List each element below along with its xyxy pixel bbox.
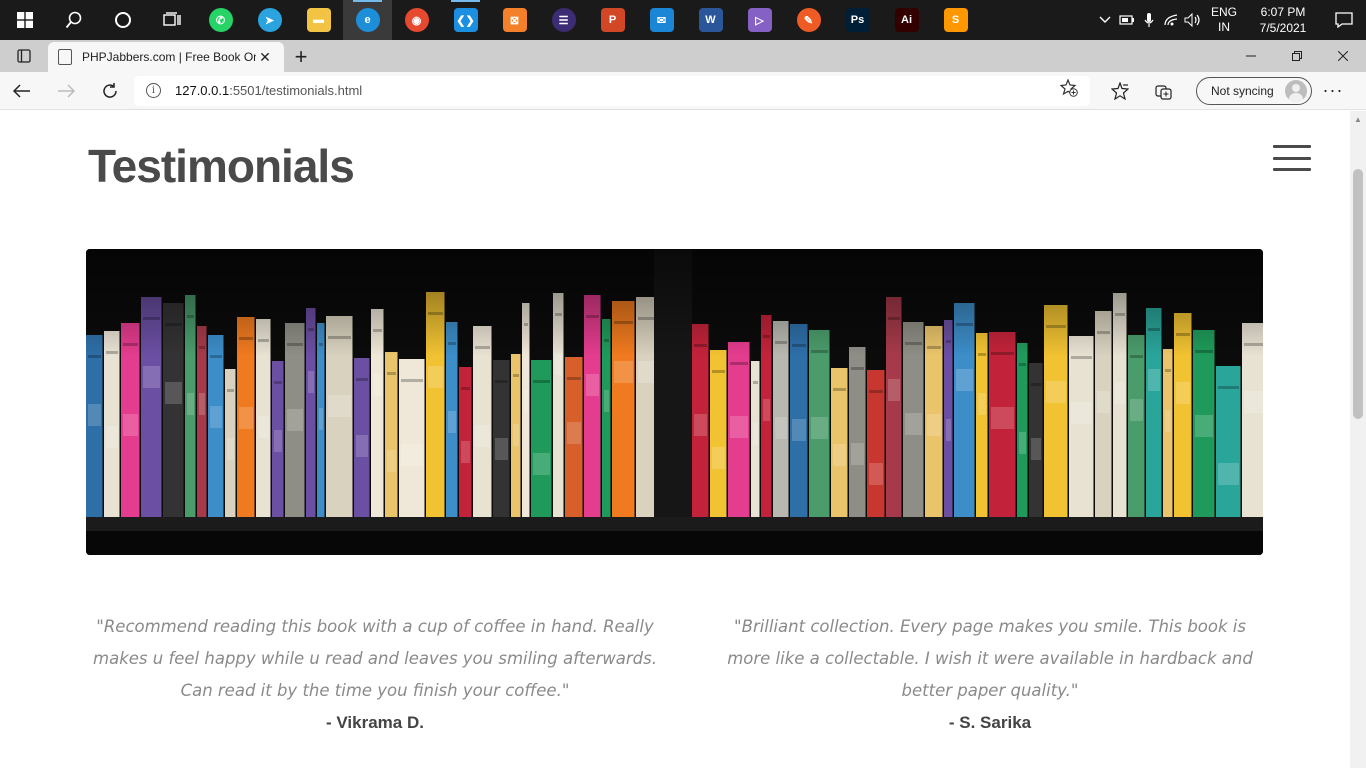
chrome-icon[interactable]: ◉ xyxy=(392,0,441,40)
profile-sync-button[interactable]: Not syncing xyxy=(1196,76,1312,105)
word-icon[interactable]: W xyxy=(686,0,735,40)
edge-glyph: e xyxy=(355,8,380,32)
task-view-icon[interactable] xyxy=(147,0,196,40)
sublime-text-glyph: S xyxy=(943,8,968,32)
page-viewport: Testimonials "Recommend reading this boo… xyxy=(0,111,1366,768)
clock-date: 7/5/2021 xyxy=(1259,21,1307,35)
whatsapp-glyph: ✆ xyxy=(208,8,233,32)
forward-arrow-icon[interactable] xyxy=(44,72,88,110)
visual-studio-glyph: ▷ xyxy=(747,8,772,32)
visual-studio-icon[interactable]: ▷ xyxy=(735,0,784,40)
testimonial-card: "Brilliant collection. Every page makes … xyxy=(714,611,1266,739)
photoshop-icon[interactable]: Ps xyxy=(833,0,882,40)
sublime-text-icon[interactable]: S xyxy=(931,0,980,40)
testimonial-quote: "Recommend reading this book with a cup … xyxy=(93,617,657,700)
mail-glyph: ✉ xyxy=(649,8,674,32)
illustrator-glyph: Ai xyxy=(894,8,919,32)
whatsapp-icon[interactable]: ✆ xyxy=(196,0,245,40)
url-host: 127.0.0.1 xyxy=(175,83,230,98)
bookshelf-hero-image xyxy=(86,249,1263,555)
search-icon[interactable] xyxy=(49,0,98,40)
xampp-glyph: ⊠ xyxy=(502,8,527,32)
postman-glyph: ✎ xyxy=(796,8,821,32)
telegram-icon[interactable]: ➤ xyxy=(245,0,294,40)
language-indicator[interactable]: ENG IN xyxy=(1204,5,1244,35)
cortana-icon[interactable] xyxy=(98,0,147,40)
powerpoint-glyph: P xyxy=(600,8,625,32)
minimize-icon[interactable] xyxy=(1228,40,1274,72)
hamburger-menu-icon[interactable] xyxy=(1273,145,1311,171)
tab-title: PHPJabbers.com | Free Book Online xyxy=(82,50,256,64)
postman-icon[interactable]: ✎ xyxy=(784,0,833,40)
taskbar-apps: ✆ ➤ ▬ e ◉ ❮❯ ⊠ ☰ P ✉ W ▷ ✎ Ps Ai S xyxy=(196,0,980,40)
restore-icon[interactable] xyxy=(1274,40,1320,72)
browser-tab-strip: PHPJabbers.com | Free Book Online ✕ + xyxy=(0,40,1366,72)
profile-avatar-icon xyxy=(1285,79,1307,102)
language-code: ENG xyxy=(1210,5,1237,19)
battery-icon[interactable] xyxy=(1116,0,1138,40)
site-info-icon[interactable]: i xyxy=(146,83,161,98)
browser-toolbar: i 127.0.0.1:5501/testimonials.html Not s… xyxy=(0,72,1366,110)
mail-icon[interactable]: ✉ xyxy=(637,0,686,40)
clock-time: 6:07 PM xyxy=(1260,5,1306,19)
add-favorite-star-icon[interactable] xyxy=(1059,78,1078,102)
tab-actions-menu-icon[interactable] xyxy=(0,40,48,72)
testimonial-author: - S. Sarika xyxy=(948,713,1032,732)
word-glyph: W xyxy=(698,8,723,32)
xampp-icon[interactable]: ⊠ xyxy=(490,0,539,40)
favorites-icon[interactable] xyxy=(1098,72,1142,110)
sync-status-label: Not syncing xyxy=(1211,83,1274,98)
volume-icon[interactable] xyxy=(1182,0,1204,40)
url-path: :5501/testimonials.html xyxy=(229,83,363,98)
system-tray: ENG IN 6:07 PM 7/5/2021 xyxy=(1094,0,1366,40)
wifi-icon[interactable] xyxy=(1160,0,1182,40)
page-favicon-icon xyxy=(58,49,72,65)
chrome-glyph: ◉ xyxy=(404,8,429,32)
more-options-icon[interactable]: ··· xyxy=(1312,72,1354,110)
file-explorer-icon[interactable]: ▬ xyxy=(294,0,343,40)
vscode-glyph: ❮❯ xyxy=(453,8,478,32)
window-controls xyxy=(1228,40,1366,72)
close-tab-icon[interactable]: ✕ xyxy=(256,49,274,66)
telegram-glyph: ➤ xyxy=(257,8,282,32)
notifications-icon[interactable] xyxy=(1322,0,1366,40)
collections-icon[interactable] xyxy=(1142,72,1186,110)
file-explorer-glyph: ▬ xyxy=(306,8,331,32)
page-title: Testimonials xyxy=(88,140,355,192)
close-window-icon[interactable] xyxy=(1320,40,1366,72)
chevron-up-icon[interactable] xyxy=(1094,0,1116,40)
windows-taskbar: ✆ ➤ ▬ e ◉ ❮❯ ⊠ ☰ P ✉ W ▷ ✎ Ps Ai S ENG IN 6:07 PM 7/5/2… xyxy=(0,0,1366,40)
address-bar[interactable]: i 127.0.0.1:5501/testimonials.html xyxy=(134,75,1090,106)
url-text[interactable]: 127.0.0.1:5501/testimonials.html xyxy=(175,83,1060,98)
edge-icon[interactable]: e xyxy=(343,0,392,40)
new-tab-button[interactable]: + xyxy=(284,42,318,72)
page-scrollbar[interactable]: ▲ xyxy=(1350,111,1366,768)
clock[interactable]: 6:07 PM 7/5/2021 xyxy=(1244,4,1322,36)
refresh-icon[interactable] xyxy=(88,72,132,110)
testimonial-quote: "Brilliant collection. Every page makes … xyxy=(727,617,1253,700)
testimonial-card: "Recommend reading this book with a cup … xyxy=(86,611,664,739)
photoshop-glyph: Ps xyxy=(845,8,870,32)
powerpoint-icon[interactable]: P xyxy=(588,0,637,40)
vscode-icon[interactable]: ❮❯ xyxy=(441,0,490,40)
scrollbar-thumb[interactable] xyxy=(1353,169,1363,419)
eclipse-glyph: ☰ xyxy=(551,8,576,32)
eclipse-icon[interactable]: ☰ xyxy=(539,0,588,40)
windows-start-icon[interactable] xyxy=(0,0,49,40)
browser-tab-active[interactable]: PHPJabbers.com | Free Book Online ✕ xyxy=(48,42,284,72)
microphone-icon[interactable] xyxy=(1138,0,1160,40)
back-arrow-icon[interactable] xyxy=(0,72,44,110)
testimonial-author: - Vikrama D. xyxy=(326,713,424,732)
scroll-up-arrow-icon[interactable]: ▲ xyxy=(1350,111,1366,127)
illustrator-icon[interactable]: Ai xyxy=(882,0,931,40)
toolbar-right: Not syncing ··· xyxy=(1098,72,1354,110)
region-code: IN xyxy=(1218,20,1230,34)
